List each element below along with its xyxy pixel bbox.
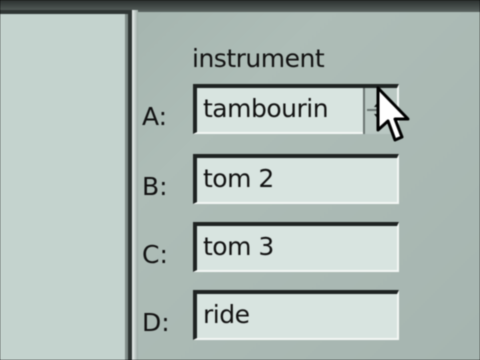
left-panel	[0, 10, 132, 360]
instrument-field-a[interactable]: tambourin	[193, 84, 399, 134]
row-label-b: B:	[142, 172, 168, 201]
screen: instrument A: tambourin B: tom 2 C: tom …	[0, 0, 480, 360]
instrument-value-c: tom 3	[203, 232, 274, 261]
instrument-field-c[interactable]: tom 3	[193, 222, 399, 272]
row-label-d: D:	[142, 308, 170, 337]
instrument-field-b[interactable]: tom 2	[193, 154, 399, 204]
instrument-value-a: tambourin	[203, 94, 329, 123]
panel-divider	[132, 10, 138, 360]
row-label-a: A:	[142, 102, 168, 131]
instrument-field-d[interactable]: ride	[193, 290, 399, 340]
row-label-c: C:	[142, 240, 168, 269]
instrument-value-d: ride	[203, 300, 250, 329]
instrument-value-b: tom 2	[203, 164, 274, 193]
arrow-pointer-icon	[376, 86, 410, 142]
instrument-header: instrument	[192, 44, 325, 73]
